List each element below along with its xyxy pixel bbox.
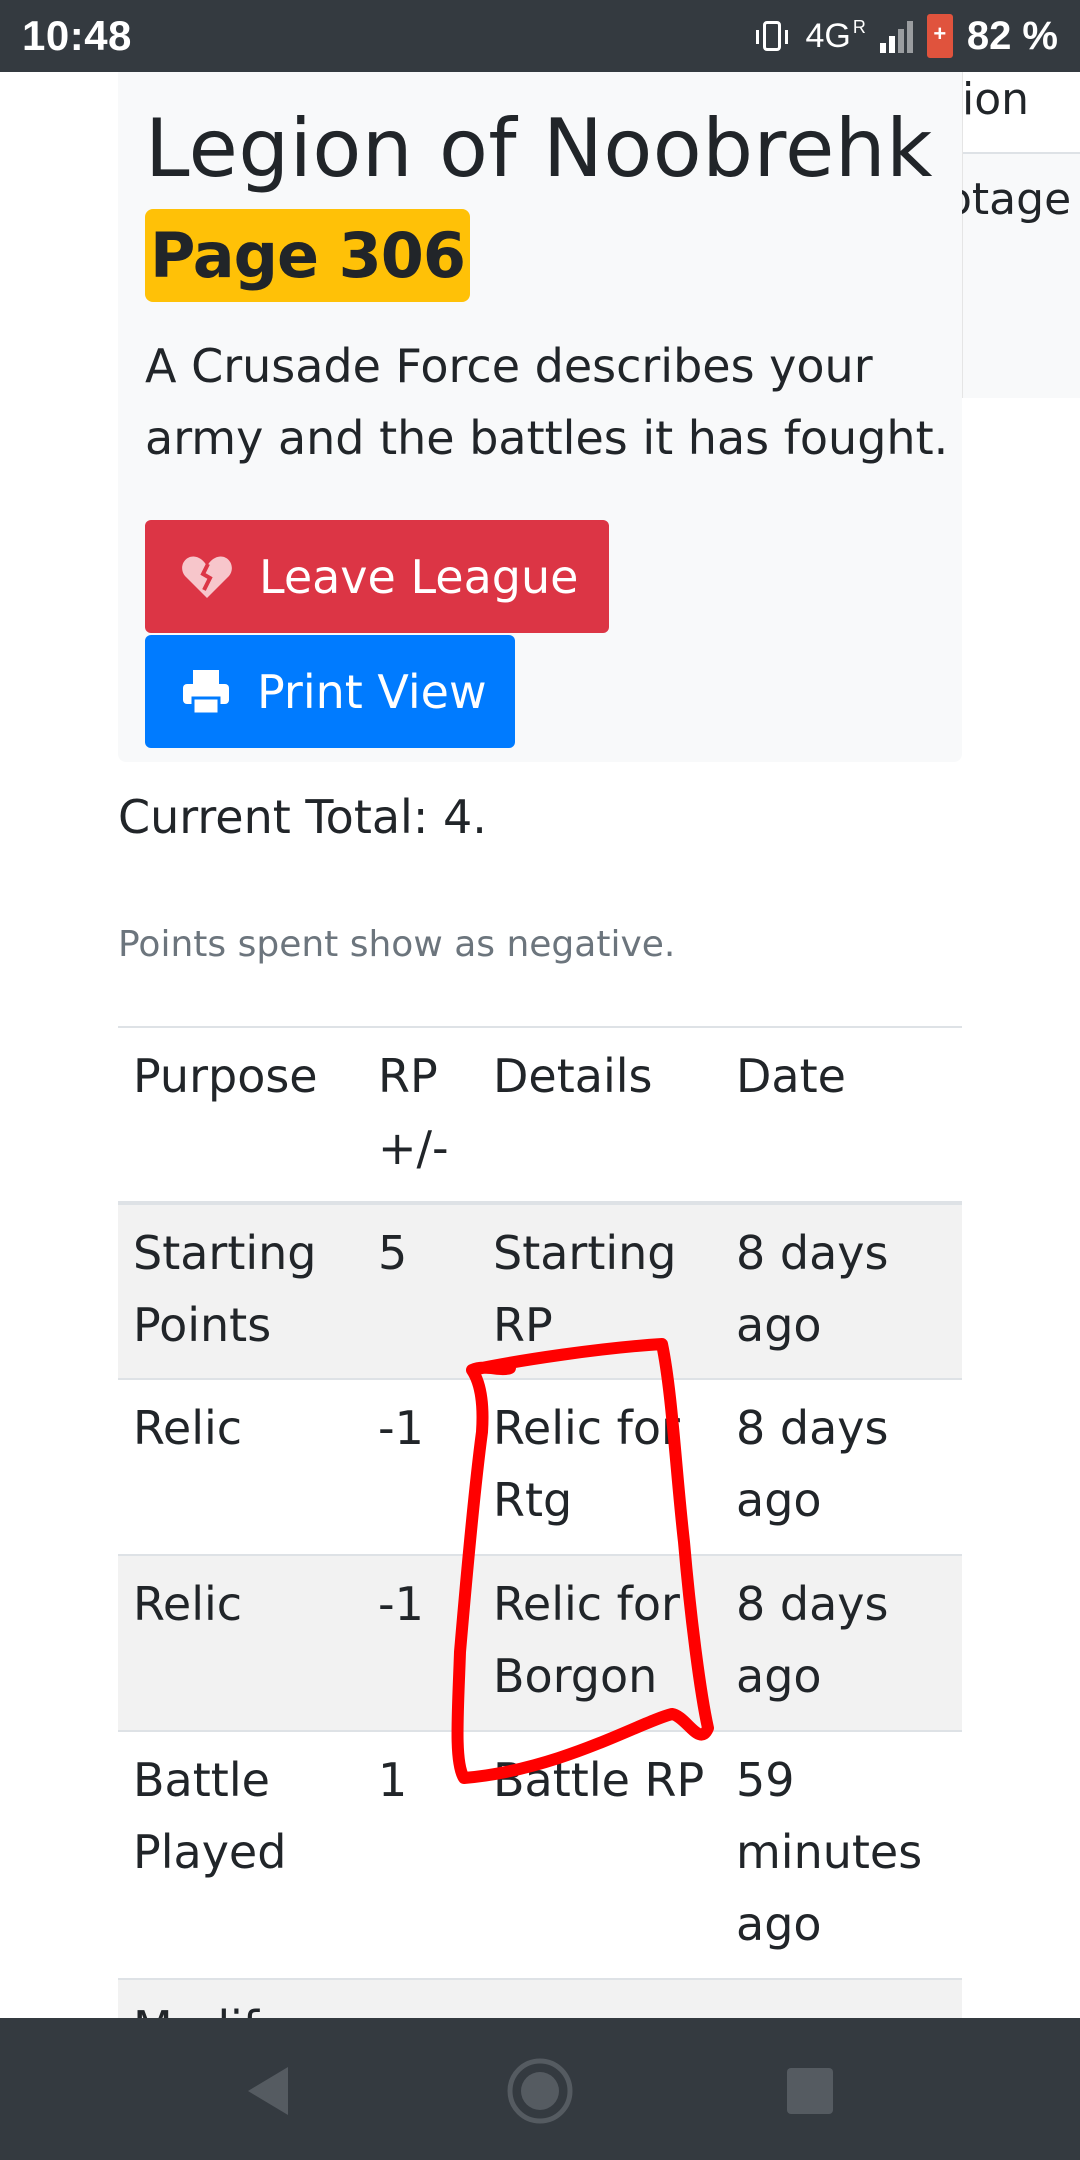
back-button[interactable] [222, 2046, 312, 2136]
cell-purpose: Starting Points [133, 1226, 317, 1352]
home-button[interactable] [495, 2046, 585, 2136]
column-header-rp: RP +/- [378, 1049, 449, 1175]
page-description: A Crusade Force describes your army and … [145, 339, 949, 465]
cell-rp: 5 [378, 1226, 408, 1280]
cell-rp: -1 [378, 1577, 424, 1631]
network-type: 4G [805, 16, 851, 55]
table-row: Modif [118, 1979, 962, 2018]
cell-date: 59 minutes ago [736, 1753, 923, 1951]
page-content: ion otage Legion of Noobrehk Page 306 A … [0, 72, 1080, 2018]
cell-date [721, 1979, 962, 2018]
cell-details: Relic for Borgon [493, 1577, 680, 1703]
table-row: Relic -1 Relic for Rtg 8 days ago [118, 1379, 962, 1555]
cell-details: Relic for Rtg [493, 1401, 680, 1527]
table-row: Battle Played 1 Battle RP 59 minutes ago [118, 1731, 962, 1979]
print-view-button[interactable]: Print View [145, 635, 515, 748]
cell-purpose: Relic [133, 1401, 243, 1455]
vibrate-icon [756, 21, 789, 51]
battery-percent: 82 % [966, 13, 1058, 58]
cell-purpose: Battle Played [133, 1753, 287, 1879]
navigation-bar [0, 2018, 1080, 2160]
printer-icon [181, 668, 231, 716]
back-icon [248, 2067, 288, 2115]
side-peek-text-1: ion [962, 74, 1030, 125]
points-note: Points spent show as negative. [118, 924, 676, 965]
column-header-purpose: Purpose [133, 1049, 318, 1103]
status-icons: 4G R 82 % [756, 13, 1058, 59]
cell-rp: 1 [378, 1753, 408, 1807]
page-title: Legion of Noobrehk [145, 102, 933, 195]
cell-purpose: Modif [118, 1979, 363, 2018]
cell-date: 8 days ago [736, 1401, 889, 1527]
column-header-date: Date [736, 1049, 846, 1103]
table-row: Starting Points 5 Starting RP 8 days ago [118, 1203, 962, 1379]
cell-date: 8 days ago [736, 1226, 889, 1352]
cell-rp: -1 [378, 1401, 424, 1455]
recents-icon [787, 2068, 833, 2114]
side-peek-text-2: otage [945, 174, 1072, 225]
cell-date: 8 days ago [736, 1577, 889, 1703]
cell-details: Starting RP [493, 1226, 677, 1352]
cell-rp [363, 1979, 478, 2018]
battery-saver-icon [926, 14, 953, 58]
roaming-indicator: R [852, 16, 866, 37]
leave-league-label: Leave League [259, 549, 579, 604]
status-bar: 10:48 4G R 82 % [0, 0, 1080, 72]
cell-details: Battle RP [493, 1753, 705, 1807]
table-row: Relic -1 Relic for Borgon 8 days ago [118, 1555, 962, 1731]
table-header-row: Purpose RP +/- Details Date [118, 1027, 962, 1203]
column-header-details: Details [493, 1049, 653, 1103]
cell-details [478, 1979, 721, 2018]
cell-purpose: Relic [133, 1577, 243, 1631]
current-total: Current Total: 4. [118, 790, 487, 844]
requisition-points-table: Purpose RP +/- Details Date Starting Poi… [118, 1026, 962, 2018]
status-time: 10:48 [22, 12, 132, 59]
leave-league-button[interactable]: Leave League [145, 520, 609, 633]
signal-icon [879, 19, 913, 53]
home-icon [507, 2058, 573, 2124]
page-badge: Page 306 [145, 209, 470, 302]
broken-heart-icon [181, 554, 233, 600]
recents-button[interactable] [765, 2046, 855, 2136]
print-view-label: Print View [257, 664, 487, 719]
